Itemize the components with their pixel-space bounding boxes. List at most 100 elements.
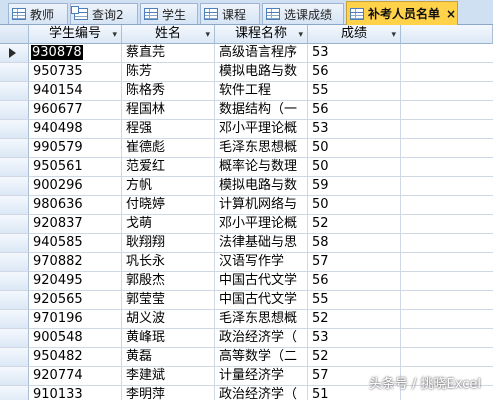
- cell-course-name[interactable]: 中国古代文学: [215, 291, 308, 310]
- table-row[interactable]: 950735 陈芳 模拟电路与数 56: [0, 63, 493, 82]
- cell-student-id[interactable]: 970882: [29, 253, 122, 272]
- record-selector[interactable]: [0, 177, 29, 196]
- table-row[interactable]: 900296 方帆 模拟电路与数 59: [0, 177, 493, 196]
- cell-name[interactable]: 郭殷杰: [122, 272, 215, 291]
- cell-name[interactable]: 黄峰珉: [122, 329, 215, 348]
- record-selector[interactable]: [0, 234, 29, 253]
- record-selector[interactable]: [0, 310, 29, 329]
- column-header-course-name[interactable]: 课程名称 ▾: [215, 25, 308, 44]
- record-selector[interactable]: [0, 348, 29, 367]
- record-selector[interactable]: [0, 386, 29, 400]
- cell-name[interactable]: 付晓婷: [122, 196, 215, 215]
- cell-name[interactable]: 巩长永: [122, 253, 215, 272]
- cell-course-name[interactable]: 概率论与数理: [215, 158, 308, 177]
- cell-student-id[interactable]: 950561: [29, 158, 122, 177]
- tab-2[interactable]: 学生: [140, 3, 198, 24]
- record-selector[interactable]: [0, 367, 29, 386]
- cell-name[interactable]: 蔡直芫: [122, 44, 215, 63]
- tab-4[interactable]: 选课成绩: [262, 3, 344, 24]
- tab-1[interactable]: 查询2: [70, 3, 138, 24]
- cell-course-name[interactable]: 高级语言程序: [215, 44, 308, 63]
- record-selector[interactable]: [0, 196, 29, 215]
- tab-5[interactable]: 补考人员名单 ×: [346, 1, 458, 25]
- cell-score[interactable]: 53: [308, 44, 401, 63]
- cell-student-id[interactable]: 920495: [29, 272, 122, 291]
- record-selector[interactable]: [0, 63, 29, 82]
- cell-score[interactable]: 50: [308, 158, 401, 177]
- cell-student-id[interactable]: 920565: [29, 291, 122, 310]
- cell-score[interactable]: 56: [308, 272, 401, 291]
- cell-student-id[interactable]: 910133: [29, 386, 122, 400]
- cell-name[interactable]: 胡义波: [122, 310, 215, 329]
- cell-student-id[interactable]: 980636: [29, 196, 122, 215]
- record-selector[interactable]: [0, 101, 29, 120]
- cell-score[interactable]: 56: [308, 63, 401, 82]
- cell-student-id[interactable]: 940498: [29, 120, 122, 139]
- cell-course-name[interactable]: 邓小平理论概: [215, 215, 308, 234]
- cell-score[interactable]: 55: [308, 291, 401, 310]
- table-row[interactable]: 970196 胡义波 毛泽东思想概 52: [0, 310, 493, 329]
- table-row[interactable]: 990579 崔德彪 毛泽东思想概 50: [0, 139, 493, 158]
- cell-course-name[interactable]: 中国古代文学: [215, 272, 308, 291]
- cell-student-id[interactable]: 950482: [29, 348, 122, 367]
- column-header-name[interactable]: 姓名 ▾: [122, 25, 215, 44]
- record-selector[interactable]: [0, 120, 29, 139]
- cell-score[interactable]: 53: [308, 329, 401, 348]
- cell-score[interactable]: 52: [308, 310, 401, 329]
- cell-student-id[interactable]: 940154: [29, 82, 122, 101]
- table-row[interactable]: 950482 黄磊 高等数学（二 52: [0, 348, 493, 367]
- cell-name[interactable]: 李明萍: [122, 386, 215, 400]
- cell-score[interactable]: 50: [308, 196, 401, 215]
- close-tab-icon[interactable]: ×: [446, 7, 456, 21]
- cell-score[interactable]: 55: [308, 82, 401, 101]
- cell-score[interactable]: 52: [308, 215, 401, 234]
- cell-course-name[interactable]: 法律基础与思: [215, 234, 308, 253]
- tab-0[interactable]: 教师: [8, 3, 68, 24]
- cell-student-id[interactable]: 970196: [29, 310, 122, 329]
- cell-student-id[interactable]: 990579: [29, 139, 122, 158]
- cell-course-name[interactable]: 高等数学（二: [215, 348, 308, 367]
- table-row[interactable]: 940585 耿翔翔 法律基础与思 58: [0, 234, 493, 253]
- table-row[interactable]: 900548 黄峰珉 政治经济学（ 53: [0, 329, 493, 348]
- cell-course-name[interactable]: 汉语写作学: [215, 253, 308, 272]
- cell-score[interactable]: 50: [308, 139, 401, 158]
- cell-course-name[interactable]: 政治经济学（: [215, 329, 308, 348]
- cell-name[interactable]: 陈芳: [122, 63, 215, 82]
- record-selector[interactable]: [0, 82, 29, 101]
- table-row[interactable]: 980636 付晓婷 计算机网络与 50: [0, 196, 493, 215]
- cell-student-id[interactable]: 920837: [29, 215, 122, 234]
- cell-course-name[interactable]: 邓小平理论概: [215, 120, 308, 139]
- record-selector[interactable]: [0, 329, 29, 348]
- table-row[interactable]: 940154 陈格秀 软件工程 55: [0, 82, 493, 101]
- cell-student-id[interactable]: 940585: [29, 234, 122, 253]
- sort-filter-arrow-icon[interactable]: ▾: [391, 26, 396, 43]
- cell-score[interactable]: 56: [308, 101, 401, 120]
- record-selector[interactable]: [0, 253, 29, 272]
- select-all-corner[interactable]: [0, 25, 29, 44]
- cell-student-id[interactable]: 920774: [29, 367, 122, 386]
- cell-student-id[interactable]: 900548: [29, 329, 122, 348]
- record-selector[interactable]: [0, 291, 29, 310]
- column-header-student-id[interactable]: 学生编号 ▾: [29, 25, 122, 44]
- sort-filter-arrow-icon[interactable]: ▾: [298, 26, 303, 43]
- table-row[interactable]: 950561 范爱红 概率论与数理 50: [0, 158, 493, 177]
- cell-name[interactable]: 范爱红: [122, 158, 215, 177]
- cell-name[interactable]: 陈格秀: [122, 82, 215, 101]
- cell-student-id[interactable]: 950735: [29, 63, 122, 82]
- cell-score[interactable]: 52: [308, 348, 401, 367]
- cell-name[interactable]: 李建斌: [122, 367, 215, 386]
- cell-score[interactable]: 59: [308, 177, 401, 196]
- record-selector[interactable]: [0, 215, 29, 234]
- cell-name[interactable]: 戈萌: [122, 215, 215, 234]
- cell-course-name[interactable]: 毛泽东思想概: [215, 139, 308, 158]
- record-selector[interactable]: [0, 272, 29, 291]
- table-row[interactable]: 970882 巩长永 汉语写作学 57: [0, 253, 493, 272]
- cell-name[interactable]: 程国林: [122, 101, 215, 120]
- cell-score[interactable]: 58: [308, 234, 401, 253]
- cell-name[interactable]: 程强: [122, 120, 215, 139]
- cell-course-name[interactable]: 政治经济学（: [215, 386, 308, 400]
- cell-course-name[interactable]: 毛泽东思想概: [215, 310, 308, 329]
- tab-3[interactable]: 课程: [200, 3, 260, 24]
- table-row[interactable]: 920565 郭莹莹 中国古代文学 55: [0, 291, 493, 310]
- cell-name[interactable]: 崔德彪: [122, 139, 215, 158]
